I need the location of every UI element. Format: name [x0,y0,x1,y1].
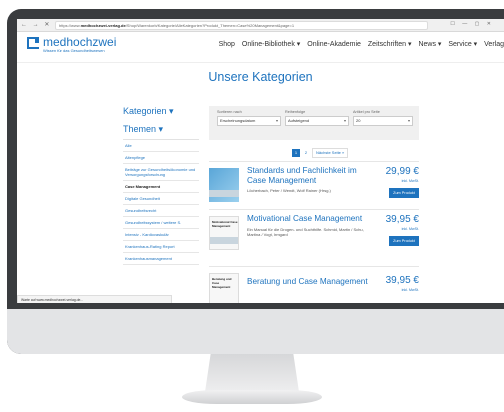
nav-shop[interactable]: Shop [219,41,235,48]
categories-toggle[interactable]: Kategorien ▾ [123,103,199,119]
product-price: 29,99 € [385,166,419,177]
theme-item-krankenhausmanagement[interactable]: Krankenhausmanagement [123,253,199,265]
chevron-down-icon: ▾ [407,118,410,123]
sort-select[interactable]: Erscheinungsdatum ▾ [217,116,281,126]
main-nav: Shop Online-Bibliothek ▾ Online-Akademie… [214,40,504,48]
themes-toggle[interactable]: Themen ▾ [123,121,199,137]
nav-service[interactable]: Service ▾ [448,41,477,48]
product-price: 39,95 € [385,275,419,286]
product-item: Beratung und Case Management Beratung un… [209,266,419,303]
theme-item-rating-report[interactable]: Krankenhaus-Rating Report [123,241,199,253]
site-header: medhochzwei Wissen für das Gesundheitswe… [17,32,504,63]
address-bar[interactable]: https://www.medhochzwei-verlag.de/Shop/W… [55,21,428,30]
theme-item-gesundheitsoekonomie[interactable]: Beiträge zur Gesundheitsökonomie und Ver… [123,164,199,181]
pagination: 1 2 Nächste Seite » [292,148,349,158]
product-item: Motivational Case Management Motivationa… [209,209,419,256]
url-prefix: https://www. [59,23,81,28]
logo-text[interactable]: medhochzwei [43,35,116,49]
order-label: Reihenfolge [285,110,306,114]
order-filter: Reihenfolge Aufsteigend ▾ [285,110,349,126]
book-cover-image[interactable]: Motivational Case Management [209,216,239,250]
product-title[interactable]: Motivational Case Management [247,214,375,224]
monitor-stand-neck [205,354,299,392]
sidebar: Kategorien ▾ Themen ▾ Alle Altenpflege B… [123,103,199,265]
sort-value: Erscheinungsdatum [220,118,256,123]
nav-news[interactable]: News ▾ [418,41,441,48]
tax-note: inkl. MwSt. [401,179,419,183]
cover-band [210,237,238,244]
sort-filter: Sortieren nach Erscheinungsdatum ▾ [217,110,281,126]
monitor-frame: ← → ✕ ⌂ https://www.medhochzwei-verlag.d… [7,9,504,354]
order-select[interactable]: Aufsteigend ▾ [285,116,349,126]
screen: ← → ✕ ⌂ https://www.medhochzwei-verlag.d… [17,19,504,303]
filter-panel: Sortieren nach Erscheinungsdatum ▾ Reihen… [209,106,419,140]
sort-label: Sortieren nach [217,110,242,114]
book-cover-image[interactable] [209,168,239,202]
monitor-stand-base [182,390,322,404]
next-page-link[interactable]: Nächste Seite » [312,148,349,158]
product-authors: Löcherbach, Peter / Wendt, Wolf Rainer (… [247,188,331,193]
chevron-down-icon: ▾ [275,118,278,123]
nav-zeitschriften[interactable]: Zeitschriften ▾ [368,41,412,48]
theme-item-case-management[interactable]: Case Management [123,181,199,193]
nav-online-bibliothek[interactable]: Online-Bibliothek ▾ [242,41,300,48]
theme-item-alle[interactable]: Alle [123,140,199,152]
page-1-link[interactable]: 1 [292,149,300,157]
page-2-link[interactable]: 2 [302,149,310,157]
to-product-button[interactable]: Zum Produkt [389,188,419,198]
browser-toolbar: ← → ✕ ⌂ https://www.medhochzwei-verlag.d… [17,19,504,32]
product-title[interactable]: Standards und Fachlichkeit im Case Manag… [247,166,375,186]
cover-title: Beratung und Case Management [212,277,232,289]
cover-band [209,190,239,197]
book-cover-image[interactable]: Beratung und Case Management [209,273,239,303]
to-product-button[interactable]: Zum Produkt [389,236,419,246]
theme-item-intensiv[interactable]: Intensiv - Kardiovaskulär [123,229,199,241]
tax-note: inkl. MwSt. [401,288,419,292]
tax-note: inkl. MwSt. [401,227,419,231]
per-page-select[interactable]: 20 ▾ [353,116,413,126]
themes-list: Alle Altenpflege Beiträge zur Gesundheit… [123,139,199,265]
url-domain: medhochzwei-verlag.de [80,23,126,28]
page-title: Unsere Kategorien [208,70,313,84]
per-page-filter: Artikel pro Seite 20 ▾ [353,110,413,126]
url-path: /Shop/Warenkorb/Kategorie/AlleKategorien… [125,23,295,28]
product-authors: Ein Manual für die Drogen- und Suchthilf… [247,227,364,237]
window-controls[interactable]: ☐ — ▢ ✕ [450,21,494,27]
logo-icon[interactable] [27,37,39,49]
theme-item-gesundheitsrecht[interactable]: Gesundheitsrecht [123,205,199,217]
chevron-down-icon: ▾ [343,118,346,123]
nav-online-akademie[interactable]: Online-Akademie [307,41,361,48]
per-page-label: Artikel pro Seite [353,110,380,114]
theme-item-altenpflege[interactable]: Altenpflege [123,152,199,164]
cover-title: Motivational Case Management [212,220,238,228]
browser-status-bar: Warte auf www.medhochzwei-verlag.de... [17,295,172,303]
theme-item-digitale-gesundheit[interactable]: Digitale Gesundheit [123,193,199,205]
theme-item-gesundheitssystem[interactable]: Gesundheitssystem / weitere S. [123,217,199,229]
product-item: Standards und Fachlichkeit im Case Manag… [209,161,419,208]
product-title[interactable]: Beratung und Case Management [247,277,375,287]
per-page-value: 20 [356,118,361,123]
nav-verlag[interactable]: Verlag [484,41,504,48]
product-price: 39,95 € [385,214,419,225]
logo-tagline: Wissen für das Gesundheitswesen [43,48,105,53]
order-value: Aufsteigend [288,118,310,123]
monitor-chin [7,309,504,354]
